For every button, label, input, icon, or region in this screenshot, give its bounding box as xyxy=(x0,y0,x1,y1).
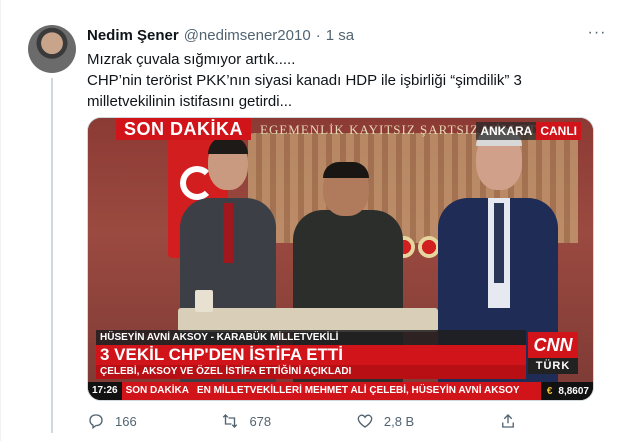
heart-icon xyxy=(357,414,373,428)
share-icon xyxy=(502,414,514,428)
tweet-text: Mızrak çuvala sığmıyor artık..... CHP’ni… xyxy=(87,49,607,112)
cup xyxy=(195,290,213,312)
like-count: 2,8 B xyxy=(383,413,415,429)
retweet-count: 678 xyxy=(249,413,272,429)
cnn-logo: CNN xyxy=(528,332,578,358)
tweet-text-line: Mızrak çuvala sığmıyor artık..... xyxy=(87,51,296,68)
news-subline: ÇELEBİ, AKSOY VE ÖZEL İSTİFA ETTİĞİNİ AÇ… xyxy=(96,365,526,379)
news-top-banner: SON DAKİKA EGEMENLİK KAYITSIZ ŞARTSIZ Mİ… xyxy=(88,118,593,142)
currency-box: € 8,8607 xyxy=(540,382,593,400)
avatar[interactable] xyxy=(28,25,76,73)
tweet-header: Nedim Şener @nedimsener2010 · 1 sa xyxy=(87,25,354,45)
live-badge: ANKARA CANLI xyxy=(476,122,581,140)
tweet-actions: 166 678 2,8 B xyxy=(87,410,527,432)
tweet-timestamp[interactable]: 1 sa xyxy=(326,27,354,44)
reply-count: 166 xyxy=(115,413,137,429)
author-handle[interactable]: @nedimsener2010 xyxy=(184,27,311,44)
share-button[interactable] xyxy=(499,412,527,430)
currency-value: 8,8607 xyxy=(558,385,589,397)
news-ticker: 17:26 SON DAKİKA EN MİLLETVEKİLLERİ MEHM… xyxy=(88,382,593,400)
speaker-caption: HÜSEYİN AVNİ AKSOY - KARABÜK MİLLETVEKİL… xyxy=(96,330,526,345)
retweet-button[interactable]: 678 xyxy=(221,412,271,430)
tweet-container[interactable]: Nedim Şener @nedimsener2010 · 1 sa ··· M… xyxy=(0,0,623,441)
thread-line xyxy=(51,78,53,433)
tweet-text-line: CHP’nin terörist PKK’nın siyasi kanadı H… xyxy=(87,72,522,89)
ticker-time: 17:26 xyxy=(88,382,122,400)
live-label: CANLI xyxy=(536,122,581,140)
ticker-text: EN MİLLETVEKİLLERİ MEHMET ALİ ÇELEBİ, HÜ… xyxy=(192,382,541,400)
turk-logo: TÜRK xyxy=(528,358,578,374)
like-button[interactable]: 2,8 B xyxy=(356,412,414,430)
news-lower-third: HÜSEYİN AVNİ AKSOY - KARABÜK MİLLETVEKİL… xyxy=(88,330,593,400)
retweet-icon xyxy=(223,414,238,428)
live-city: ANKARA xyxy=(476,122,537,140)
tweet-media-image[interactable]: SON DAKİKA EGEMENLİK KAYITSIZ ŞARTSIZ Mİ… xyxy=(87,117,594,401)
reply-icon xyxy=(89,414,103,430)
header-separator: · xyxy=(315,26,321,44)
reply-button[interactable]: 166 xyxy=(87,412,137,430)
emblem-icon xyxy=(418,236,440,258)
more-options-icon[interactable]: ··· xyxy=(587,25,607,44)
channel-logo: CNN TÜRK xyxy=(528,332,578,378)
ticker-label: SON DAKİKA xyxy=(121,382,193,400)
news-headline: 3 VEKİL CHP'DEN İSTİFA ETTİ xyxy=(96,345,526,365)
lectern xyxy=(178,308,438,332)
tweet-text-line: milletvekilinin istifasını getirdi... xyxy=(87,93,293,110)
breaking-news-label: SON DAKİKA xyxy=(116,118,252,140)
euro-icon: € xyxy=(546,385,553,397)
author-name[interactable]: Nedim Şener xyxy=(87,27,179,44)
